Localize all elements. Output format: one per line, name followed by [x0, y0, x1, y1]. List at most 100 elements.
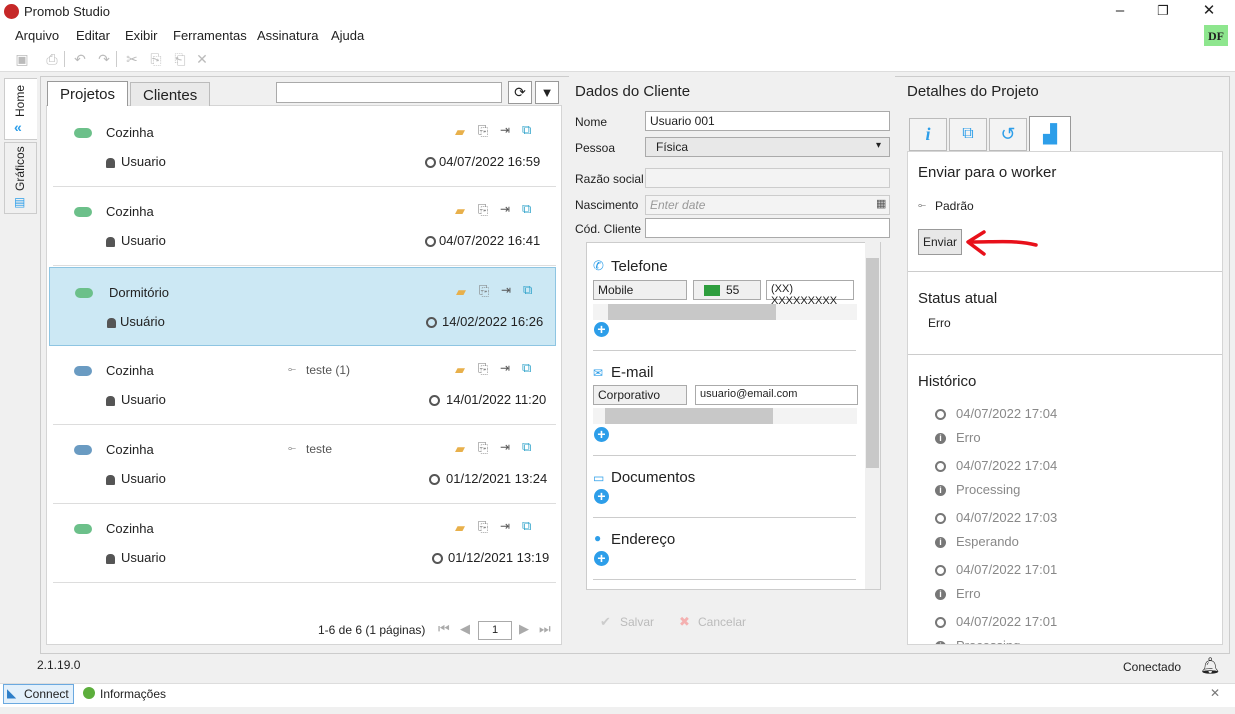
folder-icon[interactable]: ▰	[455, 441, 465, 457]
copy-icon[interactable]: ⎘	[478, 202, 488, 218]
export-icon[interactable]: ⇥	[500, 519, 510, 533]
add-address-button[interactable]: +	[594, 551, 609, 566]
sidetab-home[interactable]: Home «	[4, 78, 37, 140]
history-date: 04/07/2022 17:04	[956, 458, 1058, 473]
brazil-flag-icon	[704, 285, 720, 296]
connect-button[interactable]: ◣ Connect	[3, 684, 74, 704]
project-row[interactable]: Cozinha ⟜ teste ▰ ⎘ ⇥ ⧉ Usuario 01/12/2021 13:24	[53, 425, 556, 504]
phone-number-field[interactable]: (XX) XXXXXXXXX	[766, 280, 854, 307]
export-icon[interactable]: ⇥	[500, 123, 510, 137]
project-row[interactable]: Cozinha ▰ ⎘ ⇥ ⧉ Usuario 01/12/2021 13:19	[53, 504, 556, 583]
user-avatar[interactable]: DF	[1204, 25, 1228, 47]
search-input[interactable]	[276, 82, 502, 103]
clock-icon	[935, 513, 946, 524]
menu-exibir[interactable]: Exibir	[125, 28, 158, 43]
scrollbar-thumb[interactable]	[866, 258, 879, 468]
folder-icon[interactable]: ▰	[455, 124, 465, 140]
project-row[interactable]: Cozinha ⟜ teste (1) ▰ ⎘ ⇥ ⧉ Usuario 14/01/2022 1…	[53, 346, 556, 425]
nascimento-field[interactable]: Enter date	[645, 195, 890, 215]
redo-icon[interactable]: ↷	[96, 51, 112, 67]
flow-tab-icon[interactable]: ⧉	[949, 118, 987, 151]
menu-editar[interactable]: Editar	[76, 28, 110, 43]
cut-icon[interactable]: ✂	[124, 51, 140, 67]
clock-icon	[429, 474, 440, 485]
copy-icon[interactable]: ⎘	[478, 519, 488, 535]
export-icon[interactable]: ⇥	[500, 202, 510, 216]
workflow-icon[interactable]: ⧉	[522, 518, 531, 534]
delete-icon[interactable]: ✕	[194, 51, 210, 67]
workflow-icon[interactable]: ⧉	[523, 282, 532, 298]
sidetab-graficos[interactable]: Gráficos ▤	[4, 142, 37, 214]
history-list: 04/07/2022 17:04 i Erro 04/07/2022 17:04 i Pr…	[908, 400, 1222, 644]
last-page-icon[interactable]: ⏭	[539, 621, 551, 637]
paste-icon[interactable]: ⎗	[172, 51, 188, 67]
copy-icon[interactable]: ⎘	[148, 51, 164, 67]
folder-icon[interactable]: ▰	[455, 362, 465, 378]
clock-icon	[935, 617, 946, 628]
export-icon[interactable]: ⇥	[500, 361, 510, 375]
project-row[interactable]: Cozinha ▰ ⎘ ⇥ ⧉ Usuario 04/07/2022 16:59	[53, 108, 556, 187]
next-page-icon[interactable]: ▶	[519, 621, 529, 637]
calendar-icon[interactable]: ▦	[876, 197, 886, 210]
clock-icon	[432, 553, 443, 564]
workflow-icon[interactable]: ⧉	[522, 122, 531, 138]
codigo-field[interactable]	[645, 218, 890, 238]
folder-icon[interactable]: ▰	[456, 284, 466, 300]
refresh-icon[interactable]: ⟳	[508, 81, 532, 104]
copy-icon[interactable]: ⎘	[479, 283, 489, 299]
info-tab-icon[interactable]: i	[909, 118, 947, 151]
copy-icon[interactable]: ⎘	[478, 361, 488, 377]
folder-icon[interactable]: ▰	[455, 203, 465, 219]
status-value: Erro	[928, 316, 951, 330]
folder-icon[interactable]: ▰	[455, 520, 465, 536]
menu-ferramentas[interactable]: Ferramentas	[173, 28, 247, 43]
factory-tab-icon[interactable]: ▟	[1029, 116, 1071, 152]
menu-assinatura[interactable]: Assinatura	[257, 28, 318, 43]
scrollbar-thumb[interactable]	[605, 408, 773, 424]
save-button[interactable]: Salvar	[620, 615, 654, 629]
copy-icon[interactable]: ⎘	[478, 440, 488, 456]
prev-page-icon[interactable]: ◀	[460, 621, 470, 637]
tab-clientes[interactable]: Clientes	[130, 82, 211, 106]
first-page-icon[interactable]: ⏮	[438, 621, 450, 637]
filter-icon[interactable]: ▼	[535, 81, 559, 104]
project-row[interactable]: Cozinha ▰ ⎘ ⇥ ⧉ Usuario 04/07/2022 16:41	[53, 187, 556, 266]
nome-field[interactable]: Usuario 001	[645, 111, 890, 131]
restore-button[interactable]: ❐	[1140, 0, 1186, 24]
razao-field[interactable]	[645, 168, 890, 188]
label-pessoa: Pessoa	[575, 141, 616, 155]
add-email-button[interactable]: +	[594, 427, 609, 442]
print-icon[interactable]: ⎙	[44, 51, 60, 67]
menu-arquivo[interactable]: Arquivo	[15, 28, 59, 43]
worker-option[interactable]: Padrão	[935, 199, 974, 213]
workflow-icon[interactable]: ⧉	[522, 360, 531, 376]
copy-icon[interactable]: ⎘	[478, 123, 488, 139]
add-document-button[interactable]: +	[594, 489, 609, 504]
minimize-button[interactable]: –	[1097, 0, 1143, 24]
history-status: Esperando	[956, 534, 1019, 549]
bell-icon[interactable]: 🔔︎	[1200, 656, 1220, 676]
enviar-button[interactable]: Enviar	[918, 229, 962, 255]
project-name: Cozinha	[106, 521, 154, 536]
add-phone-button[interactable]: +	[594, 322, 609, 337]
cancel-button[interactable]: Cancelar	[698, 615, 746, 629]
close-bar-icon[interactable]: ✕	[1210, 686, 1220, 700]
project-row[interactable]: Dormitório ▰ ⎘ ⇥ ⧉ Usuário 14/02/2022 16:26	[49, 267, 556, 346]
history-tab-icon[interactable]: ↺	[989, 118, 1027, 151]
page-input[interactable]: 1	[478, 621, 512, 640]
informacoes-button[interactable]: Informações	[100, 687, 166, 701]
menu-ajuda[interactable]: Ajuda	[331, 28, 364, 43]
export-icon[interactable]: ⇥	[500, 440, 510, 454]
close-button[interactable]: ✕	[1186, 0, 1232, 24]
save-icon[interactable]: ▣	[14, 51, 30, 67]
phone-type-select[interactable]: Mobile	[593, 280, 687, 300]
pessoa-select[interactable]: Física	[645, 137, 890, 157]
workflow-icon[interactable]: ⧉	[522, 201, 531, 217]
workflow-icon[interactable]: ⧉	[522, 439, 531, 455]
tab-projetos[interactable]: Projetos	[47, 81, 129, 106]
undo-icon[interactable]: ↶	[72, 51, 88, 67]
scrollbar-thumb[interactable]	[608, 304, 776, 320]
export-icon[interactable]: ⇥	[501, 283, 511, 297]
email-field[interactable]: usuario@email.com	[695, 385, 858, 405]
email-type-select[interactable]: Corporativo	[593, 385, 687, 405]
